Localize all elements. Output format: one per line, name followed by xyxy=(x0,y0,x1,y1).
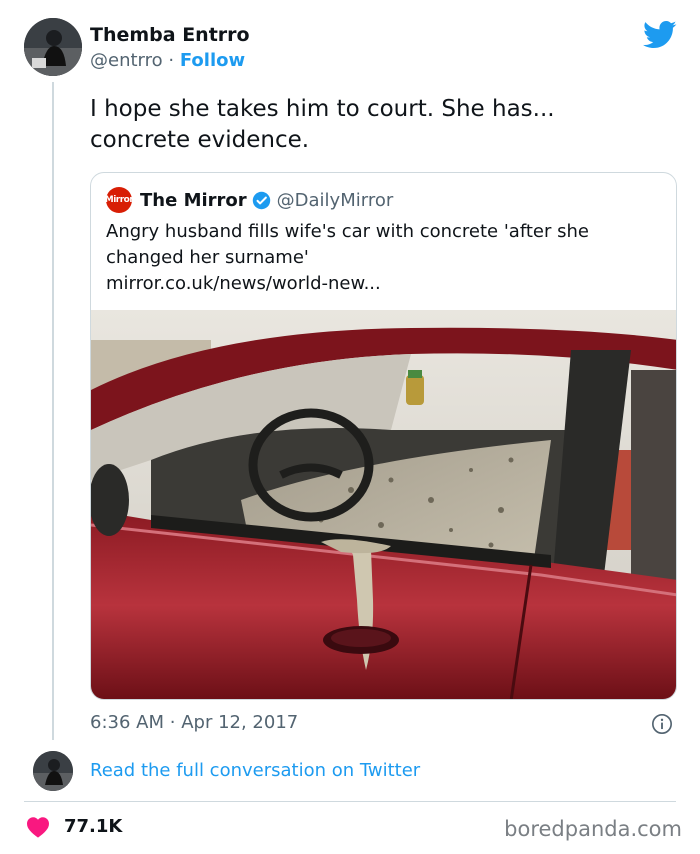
quoted-link[interactable]: mirror.co.uk/news/world-new... xyxy=(106,271,666,297)
author-handle[interactable]: @entrro xyxy=(90,50,163,71)
author-handle-line: @entrro · Follow xyxy=(90,50,245,71)
quoted-tweet-text: Angry husband fills wife's car with conc… xyxy=(106,219,666,297)
reply-avatar[interactable] xyxy=(33,751,73,791)
tweet-date: Apr 12, 2017 xyxy=(181,712,299,733)
boredpanda-watermark: boredpanda.com xyxy=(504,817,682,841)
tweet-text-line: I hope she takes him to court. She has..… xyxy=(90,96,555,122)
tweet-timestamp[interactable]: 6:36 AM · Apr 12, 2017 xyxy=(90,712,298,733)
mirror-logo-text: Mirror xyxy=(104,195,134,205)
quoted-author-handle[interactable]: @DailyMirror xyxy=(277,190,394,211)
author-name[interactable]: Themba Entrro xyxy=(90,24,250,46)
quoted-author-name[interactable]: The Mirror xyxy=(140,190,247,211)
quoted-text-line: changed her surname' xyxy=(106,247,309,268)
thread-line xyxy=(52,82,54,740)
tweet-text-line: concrete evidence. xyxy=(90,127,310,153)
car-filled-with-concrete-photo[interactable] xyxy=(91,310,677,700)
like-count: 77.1K xyxy=(64,816,123,837)
quoted-tweet-card[interactable]: Mirror The Mirror @DailyMirror Angry hus… xyxy=(90,172,677,700)
info-icon[interactable] xyxy=(651,713,673,735)
verified-badge-icon xyxy=(252,191,270,209)
timestamp-separator: · xyxy=(169,712,176,733)
read-full-conversation-link[interactable]: Read the full conversation on Twitter xyxy=(90,760,420,781)
quoted-tweet-header: Mirror The Mirror @DailyMirror xyxy=(104,187,394,213)
handle-separator: · xyxy=(168,50,175,71)
twitter-bird-icon[interactable] xyxy=(643,20,677,50)
author-avatar[interactable] xyxy=(24,18,82,76)
mirror-logo-avatar[interactable]: Mirror xyxy=(104,187,134,213)
footer-divider xyxy=(24,801,676,802)
follow-link[interactable]: Follow xyxy=(180,50,245,71)
heart-icon[interactable] xyxy=(26,816,50,838)
tweet-time: 6:36 AM xyxy=(90,712,164,733)
tweet-text: I hope she takes him to court. She has..… xyxy=(90,94,680,156)
quoted-text-line: Angry husband fills wife's car with conc… xyxy=(106,221,589,242)
